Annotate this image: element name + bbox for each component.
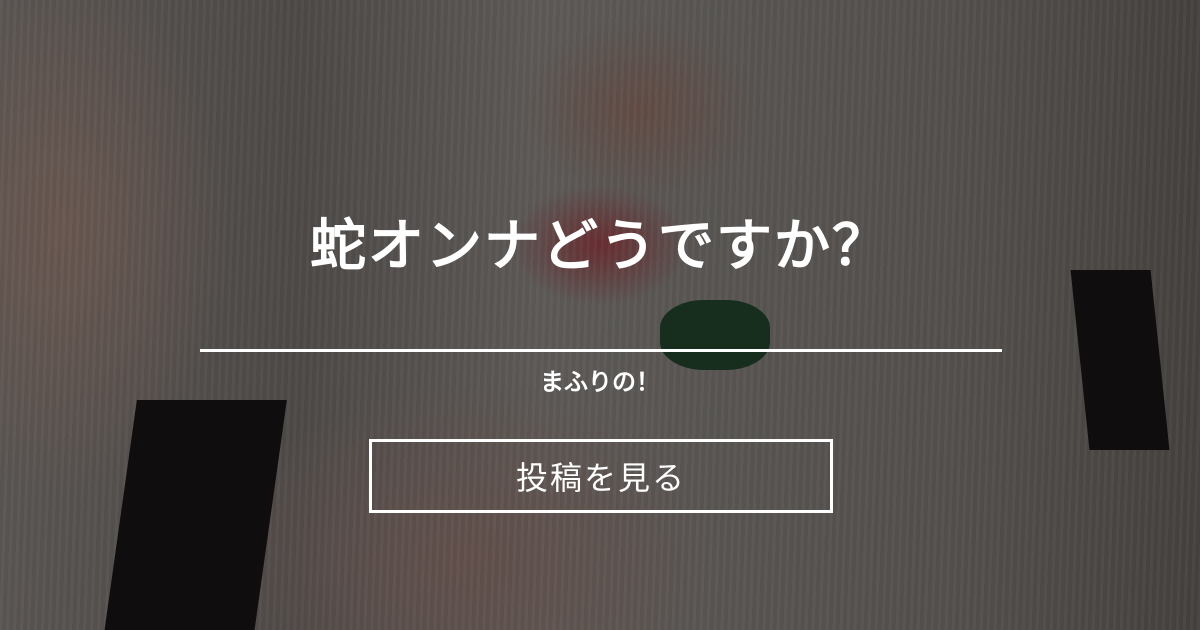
divider — [200, 349, 1002, 352]
view-post-button-label: 投稿を見る — [515, 459, 686, 497]
view-post-button[interactable]: 投稿を見る — [369, 439, 833, 513]
author-name: まふりの！ — [540, 368, 660, 396]
ogp-card: 蛇オンナどうですか？ まふりの！ 投稿を見る — [0, 0, 1200, 630]
card-content: 蛇オンナどうですか？ まふりの！ 投稿を見る — [0, 0, 1200, 630]
post-title: 蛇オンナどうですか？ — [310, 214, 890, 279]
